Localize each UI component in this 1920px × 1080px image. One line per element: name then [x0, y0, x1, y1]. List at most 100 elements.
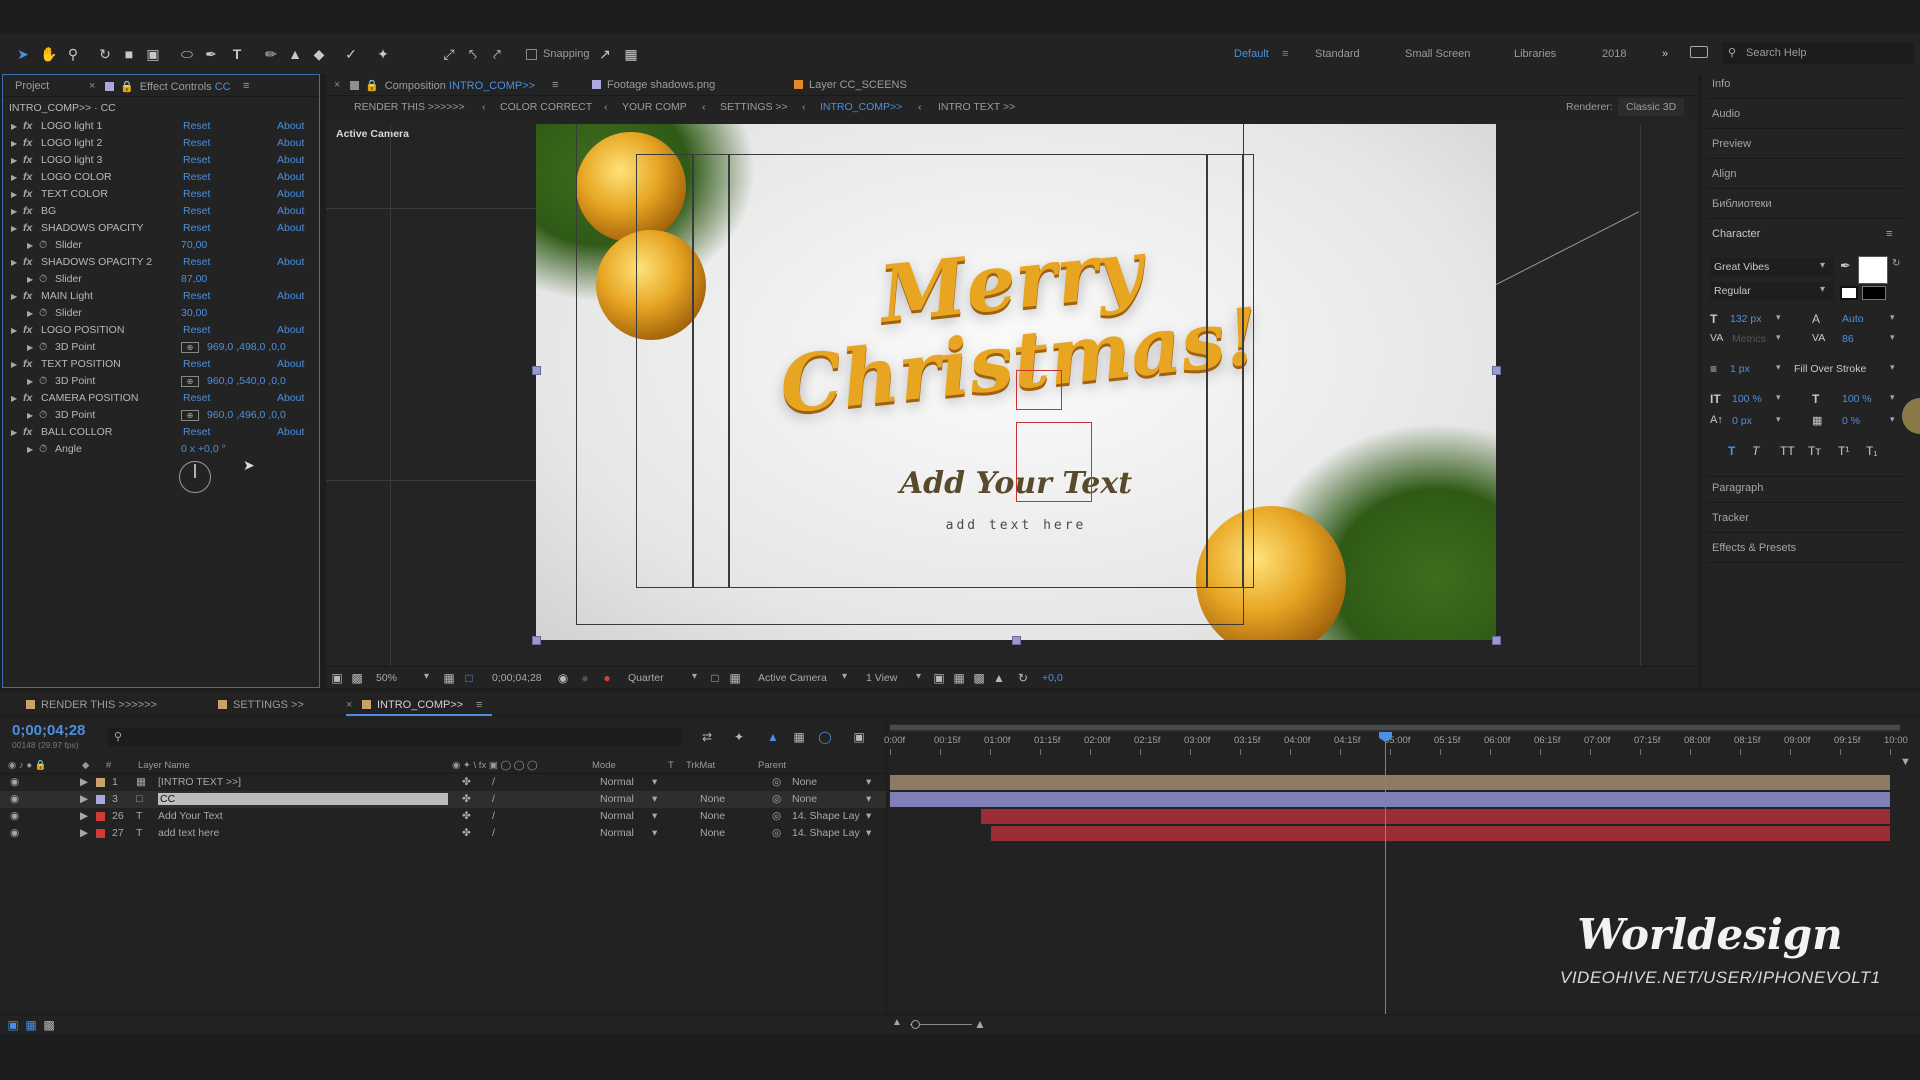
camera-view-select[interactable]: Active Camera [758, 672, 827, 684]
reset-link[interactable]: Reset [183, 426, 210, 438]
parent-dropdown-icon[interactable]: ▾ [866, 827, 871, 839]
timeline-tab-settings[interactable]: SETTINGS >> [218, 699, 304, 711]
effect-value[interactable]: 960,0 ,540,0 ,0,0 [207, 375, 286, 387]
tab-project[interactable]: Project [15, 80, 49, 92]
monitor-icon[interactable]: ▩ [350, 671, 364, 685]
effect-row[interactable]: ▶ fx BALL COLLOR Reset About [3, 424, 321, 441]
disclosure-triangle-icon[interactable]: ▶ [27, 445, 33, 454]
disclosure-triangle-icon[interactable]: ▶ [11, 139, 17, 148]
effect-value[interactable]: 0 x +0,0 ° [181, 443, 226, 455]
layer-handle[interactable] [532, 636, 541, 645]
tab-effect-controls[interactable]: 🔒 Effect Controls CC [105, 80, 231, 93]
visibility-eye-icon[interactable]: ◉ [10, 827, 19, 839]
parent-dropdown-icon[interactable]: ▾ [866, 810, 871, 822]
zoom-dropdown-icon[interactable]: ▾ [424, 671, 429, 682]
layer-label-color[interactable] [96, 812, 105, 821]
mask-visibility-icon[interactable]: □ [462, 671, 476, 685]
parent-pickwhip-icon[interactable]: ◎ [772, 793, 781, 805]
layer-handle[interactable] [1012, 636, 1021, 645]
timeline-menu-icon[interactable]: ≡ [476, 699, 482, 711]
tab-layer[interactable]: Layer CC_SCEENS [794, 79, 907, 91]
reset-link[interactable]: Reset [183, 120, 210, 132]
stopwatch-icon[interactable]: ⏱ [39, 443, 47, 456]
about-link[interactable]: About [277, 205, 304, 217]
trkmat-column[interactable]: TrkMat [686, 760, 715, 771]
layer-label-color[interactable] [96, 829, 105, 838]
shy-layers-icon[interactable]: ▲ [766, 730, 780, 744]
reset-link[interactable]: Reset [183, 154, 210, 166]
faux-italic-button[interactable]: T [1752, 444, 1759, 458]
stopwatch-icon[interactable]: ⏱ [39, 409, 47, 422]
effect-row[interactable]: ▶ fx LOGO COLOR Reset About [3, 169, 321, 186]
quality-switch-icon[interactable]: / [492, 776, 495, 788]
layer-switches-toggle-icon[interactable]: ▣ [6, 1018, 20, 1032]
workspace-default[interactable]: Default [1234, 48, 1269, 60]
effect-value[interactable]: 87,00 [181, 273, 207, 285]
all-caps-button[interactable]: TT [1780, 444, 1795, 458]
layer-row[interactable]: ◉ ▶ 27 Tadd text here ✤ / Normal ▾ None ◎ 14. Shap… [0, 825, 886, 842]
stroke-width-value[interactable]: 1 px [1730, 363, 1750, 375]
layer-row[interactable]: ◉ ▶ 3 □ CC ✤ / Normal ▾ None ◎ None ▾ [0, 791, 886, 808]
breadcrumb-item-settings[interactable]: SETTINGS >> [720, 101, 788, 113]
angle-dial[interactable] [179, 461, 211, 493]
disclosure-triangle-icon[interactable]: ▶ [27, 275, 33, 284]
fx-icon[interactable]: fx [23, 120, 32, 132]
view-layout-dropdown-icon[interactable]: ▾ [916, 671, 921, 682]
timeline-end-marker-icon[interactable]: ▼ [1900, 756, 1912, 768]
preview-panel-tab[interactable]: Preview [1712, 138, 1751, 150]
disclosure-triangle-icon[interactable]: ▶ [11, 292, 17, 301]
parent-pickwhip-icon[interactable]: ◎ [772, 810, 781, 822]
parent-select[interactable]: 14. Shape Lay [792, 810, 860, 822]
show-snapshot-icon[interactable]: ● [578, 671, 592, 685]
about-link[interactable]: About [277, 222, 304, 234]
visibility-eye-icon[interactable]: ◉ [10, 810, 19, 822]
work-area-bar[interactable] [890, 724, 1900, 732]
layer-row[interactable]: ◉ ▶ 1 ▦ [INTRO TEXT >>] ✤ / Normal ▾ ◎ None ▾ [0, 774, 886, 791]
parent-dropdown-icon[interactable]: ▾ [866, 793, 871, 805]
reset-link[interactable]: Reset [183, 188, 210, 200]
reset-link[interactable]: Reset [183, 205, 210, 217]
effect-value[interactable]: 70,00 [181, 239, 207, 251]
about-link[interactable]: About [277, 154, 304, 166]
local-axis-icon[interactable]: ⤢ [440, 45, 458, 63]
fx-icon[interactable]: fx [23, 392, 32, 404]
shy-switch-icon[interactable]: ✤ [462, 827, 471, 839]
layer-label-color[interactable] [96, 778, 105, 787]
fx-icon[interactable]: fx [23, 171, 32, 183]
effect-row[interactable]: ▶ fx TEXT COLOR Reset About [3, 186, 321, 203]
track-matte-select[interactable]: None [700, 810, 725, 822]
pan-behind-tool-icon[interactable]: ▣ [144, 45, 162, 63]
about-link[interactable]: About [277, 290, 304, 302]
disclosure-triangle-icon[interactable]: ▶ [11, 394, 17, 403]
zoom-in-icon[interactable]: ▲ [974, 1017, 986, 1031]
vertical-scale-value[interactable]: 100 % [1732, 393, 1762, 405]
resolution-dropdown-icon[interactable]: ▾ [692, 671, 697, 682]
quality-switch-icon[interactable]: / [492, 810, 495, 822]
parent-dropdown-icon[interactable]: ▾ [866, 776, 871, 788]
blend-mode-dropdown-icon[interactable]: ▾ [652, 810, 657, 822]
breadcrumb-item-intro-comp[interactable]: INTRO_COMP>> [820, 101, 902, 113]
resolution-select[interactable]: Quarter [628, 672, 664, 684]
fast-previews-icon[interactable]: ▦ [952, 671, 966, 685]
leading-dropdown-icon[interactable]: ▾ [1890, 312, 1895, 323]
reset-exposure-icon[interactable]: ↻ [1016, 671, 1030, 685]
frame-blending-icon[interactable]: ▦ [792, 730, 806, 744]
disclosure-triangle-icon[interactable]: ▶ [27, 309, 33, 318]
timeline-search-input[interactable]: ⚲ [108, 728, 682, 746]
horizontal-scale-value[interactable]: 100 % [1842, 393, 1872, 405]
superscript-button[interactable]: T¹ [1838, 444, 1849, 458]
fx-icon[interactable]: fx [23, 256, 32, 268]
layer-duration-bar[interactable] [890, 792, 1890, 807]
modes-toggle-icon[interactable]: ▦ [24, 1018, 38, 1032]
visibility-eye-icon[interactable]: ◉ [10, 793, 19, 805]
about-link[interactable]: About [277, 392, 304, 404]
zoom-out-icon[interactable]: ▲ [892, 1017, 902, 1028]
character-panel-tab[interactable]: Character [1712, 228, 1760, 240]
shy-switch-icon[interactable]: ✤ [462, 793, 471, 805]
selection-tool-icon[interactable]: ➤ [14, 45, 32, 63]
fx-icon[interactable]: fx [23, 205, 32, 217]
about-link[interactable]: About [277, 324, 304, 336]
disclosure-triangle-icon[interactable]: ▶ [11, 156, 17, 165]
quality-switch-icon[interactable]: / [492, 793, 495, 805]
blend-mode-dropdown-icon[interactable]: ▾ [652, 776, 657, 788]
